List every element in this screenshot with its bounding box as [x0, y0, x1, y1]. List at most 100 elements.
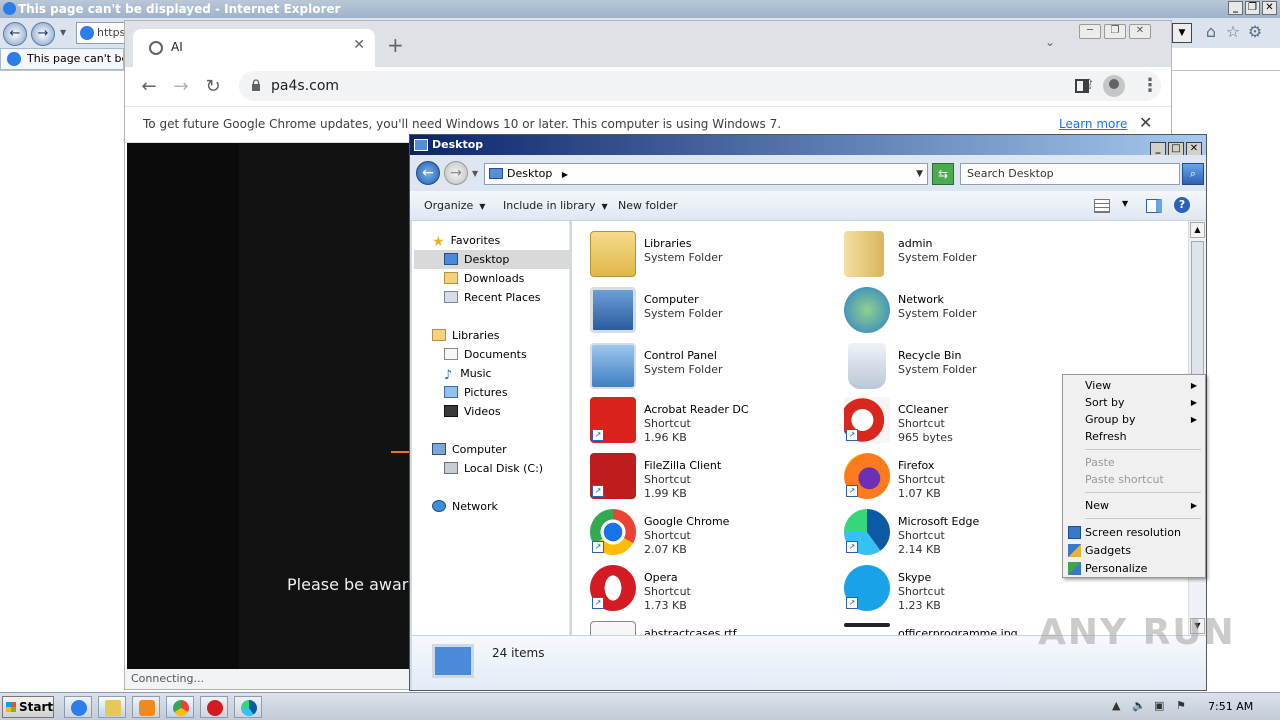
ie-back-button[interactable]: ←: [3, 22, 27, 46]
file-size: 1.96 KB: [644, 431, 687, 444]
volume-icon[interactable]: 🔈: [1132, 699, 1146, 712]
file-item-libraries[interactable]: Libraries System Folder: [590, 231, 830, 281]
ie-forward-button[interactable]: →: [31, 22, 55, 46]
chrome-minimize-button[interactable]: ─: [1079, 24, 1101, 39]
taskbar-media-player-button[interactable]: [132, 696, 160, 718]
preview-pane-icon[interactable]: [1146, 199, 1162, 213]
nav-music[interactable]: ♪ Music: [444, 364, 492, 383]
organize-button[interactable]: Organize ▼: [424, 199, 485, 212]
kebab-menu-icon[interactable]: ⋮: [1141, 75, 1159, 96]
start-button[interactable]: Start: [2, 696, 54, 718]
gear-icon[interactable]: ⚙: [1244, 22, 1266, 41]
scroll-up-icon[interactable]: ▲: [1190, 222, 1205, 238]
profile-avatar-icon[interactable]: [1103, 75, 1125, 97]
menu-item-new[interactable]: New ▶: [1065, 497, 1203, 514]
file-item-google-chrome[interactable]: ↗ Google Chrome Shortcut 2.07 KB: [590, 509, 830, 559]
back-arrow-icon[interactable]: ←: [137, 75, 161, 99]
omnibox[interactable]: pa4s.com ⇪ ☆: [239, 71, 1161, 101]
taskbar-opera-button[interactable]: [200, 696, 228, 718]
nav-downloads[interactable]: Downloads: [444, 269, 524, 288]
nav-libraries[interactable]: Libraries: [432, 326, 500, 345]
menu-item-personalize[interactable]: Personalize: [1065, 560, 1203, 577]
menu-item-screen-resolution[interactable]: Screen resolution: [1065, 524, 1203, 541]
explorer-back-button[interactable]: ←: [416, 161, 440, 185]
taskbar-explorer-button[interactable]: [98, 696, 126, 718]
taskbar-ie-button[interactable]: [64, 696, 92, 718]
network-tray-icon[interactable]: ▣: [1154, 699, 1164, 712]
explorer-search-input[interactable]: Search Desktop: [960, 163, 1180, 185]
nav-computer[interactable]: Computer: [432, 440, 507, 459]
nav-recent-places[interactable]: Recent Places: [444, 288, 541, 307]
new-tab-button[interactable]: +: [387, 33, 404, 57]
action-center-flag-icon[interactable]: ⚑: [1176, 699, 1186, 712]
home-icon[interactable]: ⌂: [1200, 22, 1222, 41]
search-icon[interactable]: ⌕: [1182, 163, 1204, 185]
ie-history-dropdown-icon[interactable]: ▼: [60, 28, 66, 37]
file-item-firefox[interactable]: ↗ Firefox Shortcut 1.07 KB: [844, 453, 1084, 503]
refresh-icon[interactable]: ⇆: [932, 163, 954, 185]
file-item-network[interactable]: Network System Folder: [844, 287, 1084, 337]
menu-item-sort-by[interactable]: Sort by ▶: [1065, 394, 1203, 411]
learn-more-link[interactable]: Learn more: [1059, 117, 1127, 131]
infobar-close-icon[interactable]: ✕: [1139, 113, 1152, 132]
explorer-forward-button[interactable]: →: [444, 161, 468, 185]
nav-videos[interactable]: Videos: [444, 402, 501, 421]
nav-network[interactable]: Network: [432, 497, 498, 516]
chrome-close-button[interactable]: ✕: [1129, 24, 1151, 39]
menu-item-gadgets[interactable]: Gadgets: [1065, 542, 1203, 559]
menu-item-view[interactable]: View ▶: [1065, 377, 1203, 394]
clock[interactable]: 7:51 AM: [1208, 700, 1253, 713]
ie-tab[interactable]: This page can't be displayed: [0, 48, 124, 70]
file-item-recycle-bin[interactable]: Recycle Bin System Folder: [844, 343, 1084, 393]
file-item-ccleaner[interactable]: ↗ CCleaner Shortcut 965 bytes: [844, 397, 1084, 447]
menu-item-refresh[interactable]: Refresh: [1065, 428, 1203, 445]
file-item-control-panel[interactable]: Control Panel System Folder: [590, 343, 830, 393]
chrome-restore-button[interactable]: ❐: [1104, 24, 1126, 39]
file-item-computer[interactable]: Computer System Folder: [590, 287, 830, 337]
file-item-admin[interactable]: admin System Folder: [844, 231, 1084, 281]
file-item-skype[interactable]: ↗ Skype Shortcut 1.23 KB: [844, 565, 1084, 615]
change-view-icon[interactable]: [1094, 199, 1110, 213]
tab-close-icon[interactable]: ✕: [353, 37, 365, 53]
ie-address-dropdown[interactable]: ▼: [1172, 23, 1192, 43]
file-item-abstractcases[interactable]: abstractcases.rtf: [590, 621, 830, 635]
address-dropdown-icon[interactable]: ▼: [916, 164, 923, 184]
view-dropdown-icon[interactable]: ▼: [1122, 199, 1128, 208]
scroll-thumb[interactable]: [1191, 241, 1204, 391]
breadcrumb-chevron-icon[interactable]: ▶: [562, 170, 568, 179]
shortcut-arrow-icon: ↗: [846, 541, 858, 553]
nav-desktop[interactable]: Desktop: [414, 250, 570, 269]
menu-item-group-by[interactable]: Group by ▶: [1065, 411, 1203, 428]
nav-pictures[interactable]: Pictures: [444, 383, 508, 402]
new-folder-button[interactable]: New folder: [618, 199, 677, 212]
file-item-acrobat[interactable]: ↗ Acrobat Reader DC Shortcut 1.96 KB: [590, 397, 830, 447]
file-item-filezilla[interactable]: ↗ FileZilla Client Shortcut 1.99 KB: [590, 453, 830, 503]
explorer-close-button[interactable]: ✕: [1186, 142, 1202, 156]
file-item-opera[interactable]: ↗ Opera Shortcut 1.73 KB: [590, 565, 830, 615]
tab-search-chevron-icon[interactable]: ⌄: [1045, 35, 1055, 49]
ie-window-title: This page can't be displayed - Internet …: [18, 2, 341, 16]
taskbar-edge-button[interactable]: [234, 696, 262, 718]
explorer-address-bar[interactable]: Desktop ▶ ▼: [484, 163, 928, 185]
side-panel-icon[interactable]: [1075, 79, 1089, 93]
include-in-library-button[interactable]: Include in library ▼: [503, 199, 608, 212]
chrome-tab[interactable]: AI ✕: [133, 29, 375, 67]
explorer-maximize-button[interactable]: □: [1168, 142, 1184, 156]
nav-local-disk[interactable]: Local Disk (C:): [444, 459, 543, 478]
ie-minimize-button[interactable]: _: [1228, 1, 1243, 15]
tray-expand-icon[interactable]: ▲: [1112, 699, 1120, 712]
ie-address-bar[interactable]: https:: [76, 22, 126, 44]
nav-favorites[interactable]: ★ Favorites: [432, 231, 500, 250]
taskbar-chrome-button[interactable]: [166, 696, 194, 718]
forward-arrow-icon[interactable]: →: [169, 75, 193, 99]
globe-icon: [149, 41, 163, 55]
recent-pages-dropdown-icon[interactable]: ▼: [472, 169, 478, 178]
help-icon[interactable]: ?: [1174, 197, 1190, 213]
file-item-microsoft-edge[interactable]: ↗ Microsoft Edge Shortcut 2.14 KB: [844, 509, 1084, 559]
reload-icon[interactable]: ↻: [201, 75, 225, 99]
favorites-star-icon[interactable]: ☆: [1222, 22, 1244, 41]
nav-documents[interactable]: Documents: [444, 345, 527, 364]
ie-close-button[interactable]: ✕: [1262, 1, 1277, 15]
explorer-minimize-button[interactable]: _: [1150, 142, 1166, 156]
ie-restore-button[interactable]: ❐: [1245, 1, 1260, 15]
